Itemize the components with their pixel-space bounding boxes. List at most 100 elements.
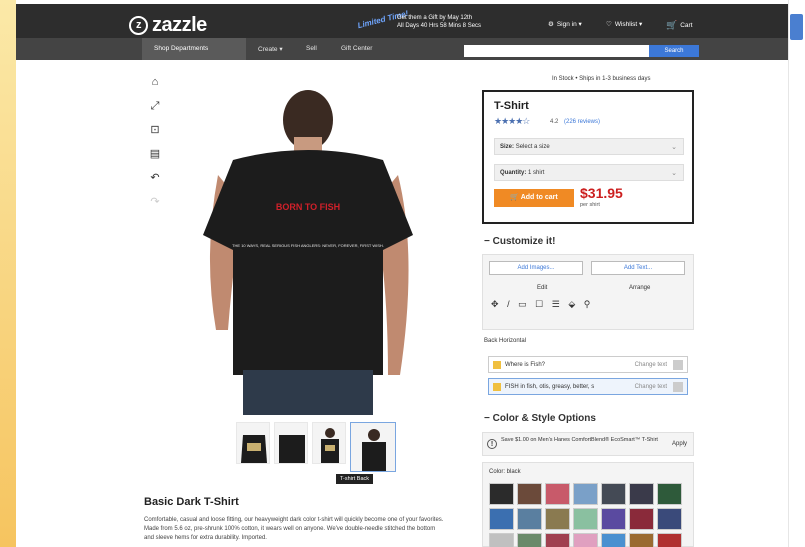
search-button[interactable]: Search: [649, 45, 699, 57]
add-to-cart-button[interactable]: 🛒 Add to cart: [494, 189, 574, 207]
cart-icon: 🛒: [666, 20, 678, 30]
shirt-back-text: THE 10 WAYS, REAL SERIOUS FISH ANGLERS: …: [232, 243, 384, 248]
color-swatch[interactable]: [657, 533, 682, 547]
color-swatch[interactable]: [601, 483, 626, 505]
fit-icon[interactable]: ⊡: [148, 123, 162, 137]
color-style-heading[interactable]: − Color & Style Options: [484, 413, 596, 424]
quantity-select[interactable]: Quantity: 1 shirt ⌄: [494, 164, 684, 181]
thumbnail-front[interactable]: [236, 422, 270, 464]
align-icon[interactable]: ☰: [552, 299, 563, 309]
fill-icon[interactable]: ⬙: [568, 299, 578, 309]
shirt-back-title: BORN TO FISH: [276, 202, 340, 212]
customize-panel: Add Images... Add Text... Edit Arrange ✥…: [482, 254, 694, 330]
color-swatch[interactable]: [545, 483, 570, 505]
thumbnail-back-flat[interactable]: [274, 422, 308, 464]
layer-label: Where is Fish?: [505, 362, 546, 368]
logo-text: zazzle: [152, 14, 207, 36]
color-swatch[interactable]: [657, 508, 682, 530]
side-label[interactable]: Back Horizontal: [484, 338, 526, 344]
heart-icon: ♡: [606, 21, 612, 28]
color-swatch[interactable]: [573, 483, 598, 505]
product-title: T-Shirt: [494, 100, 529, 112]
layer-item[interactable]: FISH in fish, otis, greasy, better, s Ch…: [488, 378, 688, 395]
expand-icon[interactable]: ⤢: [148, 99, 162, 113]
thumbnail-model-back[interactable]: [350, 422, 396, 472]
color-swatch[interactable]: [489, 483, 514, 505]
move-arrows-icon[interactable]: ✥: [491, 299, 502, 309]
color-swatch[interactable]: [517, 508, 542, 530]
zazzle-logo[interactable]: z zazzle: [129, 14, 207, 37]
right-scroll-strip: [788, 0, 805, 547]
stock-status: In Stock • Ships in 1-3 business days: [552, 76, 651, 82]
edit-tools: ✥ / ▭ ☐ ☰ ⬙ ⚲: [491, 299, 593, 310]
promo-line-1: Get them a Gift by May 12th: [397, 15, 473, 21]
redo-icon[interactable]: ↷: [148, 195, 162, 209]
buy-box: T-Shirt ★★★★☆ 4.2 (226 reviews) Size: Se…: [482, 90, 694, 224]
nav-sell[interactable]: Sell: [306, 45, 317, 52]
thumbnail-tooltip: T-shirt Back: [336, 474, 374, 484]
customize-heading[interactable]: − Customize it!: [484, 236, 555, 247]
gear-icon: ⚙: [548, 21, 554, 28]
link-icon[interactable]: ⚲: [584, 299, 594, 309]
color-swatch[interactable]: [489, 508, 514, 530]
reviews-link[interactable]: (226 reviews): [564, 119, 600, 125]
undo-icon[interactable]: ↶: [148, 171, 162, 185]
add-text-button[interactable]: Add Text...: [591, 261, 685, 275]
logo-mark-icon: z: [129, 16, 148, 35]
color-swatch[interactable]: [601, 508, 626, 530]
thumbnail-model-front[interactable]: [312, 422, 346, 464]
color-panel: Color: black: [482, 462, 694, 547]
layer-item[interactable]: Where is Fish? Change text: [488, 356, 688, 373]
color-swatches: [489, 483, 682, 547]
template-icon[interactable]: ▤: [148, 147, 162, 161]
color-swatch[interactable]: [629, 508, 654, 530]
size-icon[interactable]: ▭: [518, 299, 530, 309]
rotate-icon[interactable]: /: [507, 299, 513, 309]
wishlist-link[interactable]: ♡ Wishlist ▾: [606, 20, 642, 28]
add-to-cart-label: Add to cart: [520, 194, 558, 201]
color-swatch[interactable]: [629, 483, 654, 505]
color-swatch[interactable]: [545, 533, 570, 547]
promo-text[interactable]: Get them a Gift by May 12th All Days 40 …: [397, 14, 481, 30]
cart-icon: 🛒: [510, 194, 520, 201]
change-text-link[interactable]: Change text: [635, 362, 667, 368]
delete-icon[interactable]: [673, 382, 683, 392]
thumbnail-strip: [236, 422, 396, 472]
nav-gift-center[interactable]: Gift Center: [341, 45, 372, 52]
style-promo-text: Save $1.00 on Men's Hanes ComfortBlend® …: [501, 437, 658, 443]
product-image[interactable]: BORN TO FISH THE 10 WAYS, REAL SERIOUS F…: [188, 75, 458, 415]
size-select[interactable]: Size: Select a size ⌄: [494, 138, 684, 155]
nav-shop-departments[interactable]: Shop Departments: [142, 38, 246, 60]
flip-icon[interactable]: ☐: [535, 299, 546, 309]
color-swatch[interactable]: [489, 533, 514, 547]
apply-button[interactable]: Apply: [672, 441, 687, 448]
sign-in-link[interactable]: ⚙ Sign in ▾: [548, 20, 582, 28]
color-swatch[interactable]: [573, 508, 598, 530]
arrange-label: Arrange: [629, 285, 651, 291]
home-icon[interactable]: ⌂: [148, 75, 162, 89]
top-header: z zazzle Limited Time! Get them a Gift b…: [16, 4, 788, 38]
color-swatch[interactable]: [657, 483, 682, 505]
edit-label: Edit: [537, 285, 548, 291]
left-decorative-strip: [0, 0, 16, 547]
color-swatch[interactable]: [629, 533, 654, 547]
nav-create[interactable]: Create ▾: [258, 45, 283, 53]
color-swatch[interactable]: [601, 533, 626, 547]
price: $31.95: [580, 185, 623, 201]
search-input[interactable]: [464, 45, 649, 57]
text-layer-icon: [493, 361, 501, 369]
color-swatch[interactable]: [517, 483, 542, 505]
layer-label: FISH in fish, otis, greasy, better, s: [505, 384, 595, 390]
color-label: Color: black: [489, 469, 521, 475]
color-swatch[interactable]: [573, 533, 598, 547]
info-icon: !: [487, 439, 497, 449]
rating-stars: ★★★★☆: [494, 116, 530, 126]
price-unit: per shirt: [580, 202, 600, 208]
color-swatch[interactable]: [517, 533, 542, 547]
cart-link[interactable]: 🛒 Cart: [666, 20, 693, 31]
change-text-link[interactable]: Change text: [635, 384, 667, 390]
color-swatch[interactable]: [545, 508, 570, 530]
add-images-button[interactable]: Add Images...: [489, 261, 583, 275]
feedback-tab[interactable]: [790, 14, 803, 40]
delete-icon[interactable]: [673, 360, 683, 370]
